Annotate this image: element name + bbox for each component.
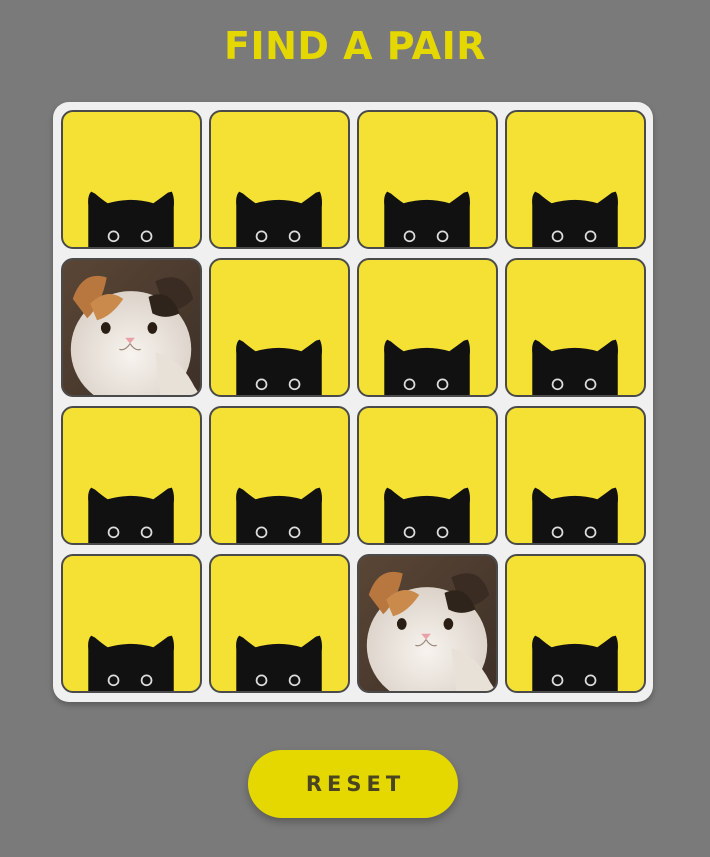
card-face-down[interactable]: [357, 258, 498, 397]
card-face-down[interactable]: [61, 406, 202, 545]
card-face-down[interactable]: [505, 554, 646, 693]
card-face-up[interactable]: [61, 258, 202, 397]
card-face-up[interactable]: [357, 554, 498, 693]
card-face-down[interactable]: [357, 110, 498, 249]
card-face-down[interactable]: [209, 406, 350, 545]
card-face-down[interactable]: [505, 110, 646, 249]
card-face-down[interactable]: [357, 406, 498, 545]
card-face-down[interactable]: [505, 406, 646, 545]
card-face-down[interactable]: [209, 110, 350, 249]
card-face-down[interactable]: [61, 554, 202, 693]
card-face-down[interactable]: [505, 258, 646, 397]
card-face-down[interactable]: [61, 110, 202, 249]
card-face-down[interactable]: [209, 554, 350, 693]
reset-button[interactable]: RESET: [248, 750, 458, 818]
card-face-down[interactable]: [209, 258, 350, 397]
game-title: FIND A PAIR: [224, 24, 486, 68]
card-grid: [53, 102, 653, 702]
